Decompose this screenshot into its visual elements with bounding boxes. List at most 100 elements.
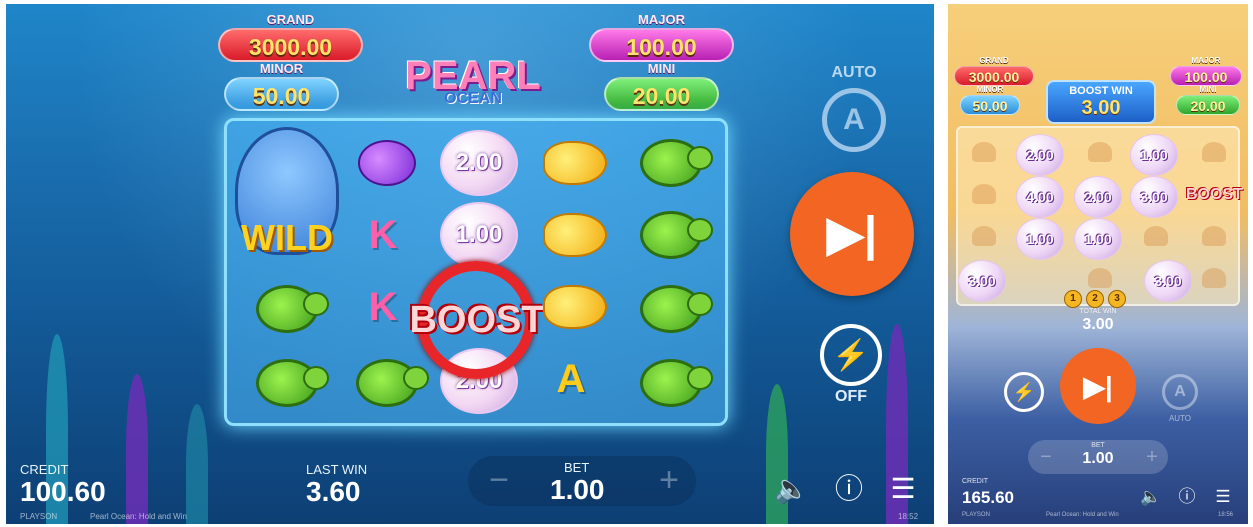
purple-fish-icon bbox=[358, 140, 416, 186]
turtle-symbol bbox=[623, 127, 719, 199]
turtle-icon bbox=[256, 285, 329, 333]
seaweed-left-3 bbox=[186, 404, 208, 524]
yellow-fish-symbol bbox=[527, 199, 623, 271]
k-letter: K bbox=[368, 284, 398, 329]
jackpot-major-label: MAJOR bbox=[1191, 56, 1221, 65]
pearl-value: 3.00 bbox=[958, 260, 1006, 302]
respin-counter-1: 1 bbox=[1064, 290, 1082, 308]
pearl-value: 2.00 bbox=[440, 130, 518, 196]
play-skip-icon: ▶| bbox=[1083, 370, 1113, 402]
game-logo: PEARL OCEAN bbox=[398, 56, 548, 108]
autoplay-button[interactable]: A bbox=[822, 88, 886, 152]
bet-decrease-button[interactable]: − bbox=[1036, 446, 1056, 469]
spin-button[interactable]: ▶| bbox=[1060, 348, 1136, 424]
last-win-value: 3.60 bbox=[306, 476, 361, 507]
jackpot-mini-label: MINI bbox=[647, 61, 676, 76]
jackpot-mini-value: 20.00 bbox=[632, 83, 691, 109]
yellow-fish-symbol bbox=[527, 127, 623, 199]
autoplay-label: AUTO bbox=[831, 64, 877, 81]
bet-decrease-button[interactable]: − bbox=[482, 463, 516, 498]
pearl-symbol: 2.00 bbox=[431, 127, 527, 199]
turbo-button[interactable]: ⚡ bbox=[1004, 372, 1044, 412]
turbo-button[interactable]: ⚡ bbox=[820, 324, 882, 386]
jackpot-minor-value: 50.00 bbox=[252, 83, 311, 109]
credit-label: CREDIT bbox=[20, 462, 69, 477]
boost-win-value: 3.00 bbox=[1081, 97, 1121, 119]
yellow-fish-symbol bbox=[527, 271, 623, 343]
bet-increase-button[interactable]: + bbox=[652, 463, 686, 498]
spin-button[interactable]: ▶| bbox=[790, 172, 914, 296]
turtle-icon bbox=[356, 359, 429, 407]
jackpot-major: MAJOR 100.00 bbox=[589, 12, 734, 62]
turtle-icon bbox=[256, 359, 329, 407]
turtle-icon bbox=[640, 139, 713, 187]
jackpot-minor-value: 50.00 bbox=[972, 98, 1008, 114]
pearl-value: 1.00 bbox=[1016, 218, 1064, 260]
hold-and-win-grid: 2.00 1.00 4.00 2.00 3.00 1.00 1.00 3.00 … bbox=[956, 126, 1240, 306]
jackpot-grand-label: GRAND bbox=[266, 12, 315, 27]
jackpot-minor: MINOR 50.00 bbox=[960, 85, 1020, 115]
respin-counter-3: 3 bbox=[1108, 290, 1126, 308]
turtle-symbol bbox=[623, 273, 719, 345]
yellow-fish-icon bbox=[543, 285, 607, 329]
jackpot-major-value: 100.00 bbox=[626, 34, 697, 60]
game-name: Pearl Ocean: Hold and Win bbox=[1046, 512, 1119, 518]
shell-icon bbox=[1088, 142, 1112, 162]
autoplay-icon: A bbox=[843, 103, 865, 136]
bet-value: 1.00 bbox=[1082, 450, 1114, 467]
shell-icon bbox=[1202, 226, 1226, 246]
info-icon[interactable]: ⓘ bbox=[1176, 486, 1198, 508]
boost-label: BOOST bbox=[1186, 186, 1243, 203]
shell-icon bbox=[1202, 142, 1226, 162]
autoplay-button[interactable]: A bbox=[1162, 374, 1198, 410]
landscape-game-view: GRAND 3000.00 MINOR 50.00 MAJOR 100.00 M… bbox=[6, 4, 934, 524]
jackpot-mini: MINI 20.00 bbox=[1176, 85, 1240, 115]
pearl-value: 1.00 bbox=[1074, 218, 1122, 260]
clock: 18:56 bbox=[1218, 512, 1234, 518]
jackpot-grand-label: GRAND bbox=[979, 56, 1009, 65]
jackpot-mini-label: MINI bbox=[1199, 85, 1217, 94]
sound-icon[interactable]: 🔈 bbox=[1140, 486, 1162, 508]
bet-label: BET bbox=[564, 460, 590, 475]
jackpot-minor-label: MINOR bbox=[976, 85, 1004, 94]
boost-label: BOOST bbox=[409, 299, 545, 341]
menu-icon[interactable]: ☰ bbox=[1212, 486, 1234, 508]
shell-icon bbox=[1088, 268, 1112, 288]
yellow-fish-icon bbox=[543, 213, 607, 257]
turtle-icon bbox=[640, 285, 713, 333]
pearl-value: 1.00 bbox=[440, 202, 518, 268]
k-symbol: K bbox=[335, 199, 431, 271]
credit-value: 165.60 bbox=[962, 488, 1014, 507]
jackpot-minor: MINOR 50.00 bbox=[224, 61, 339, 111]
jackpot-minor-label: MINOR bbox=[259, 61, 304, 76]
jackpot-major-value: 100.00 bbox=[1184, 69, 1228, 85]
menu-icon[interactable]: ☰ bbox=[886, 472, 920, 506]
jackpot-grand: GRAND 3000.00 bbox=[954, 56, 1034, 86]
last-win-label: LAST WIN bbox=[306, 462, 368, 477]
k-letter: K bbox=[368, 212, 398, 257]
pearl-value: 1.00 bbox=[1130, 134, 1178, 176]
wild-label: WILD bbox=[241, 217, 333, 258]
play-skip-icon: ▶| bbox=[826, 208, 878, 261]
seaweed-left-2 bbox=[126, 374, 148, 524]
reel-grid: WILD K K 2.00 1.00 2.00 BOOST A bbox=[224, 118, 728, 426]
turtle-symbol bbox=[239, 273, 335, 345]
jackpot-major-label: MAJOR bbox=[638, 12, 685, 27]
turtle-symbol bbox=[339, 347, 435, 419]
jackpot-grand: GRAND 3000.00 bbox=[218, 12, 363, 62]
turbo-state: OFF bbox=[835, 388, 867, 405]
boost-win-label: BOOST WIN bbox=[1069, 85, 1133, 97]
info-icon[interactable]: ⓘ bbox=[832, 472, 866, 506]
provider-logo: PLAYSON bbox=[20, 512, 58, 521]
bet-control: − BET 1.00 + bbox=[468, 456, 696, 506]
pearl-value: 3.00 bbox=[1144, 260, 1192, 302]
game-name: Pearl Ocean: Hold and Win bbox=[90, 512, 187, 521]
bet-increase-button[interactable]: + bbox=[1142, 446, 1162, 469]
game-screenshots: GRAND 3000.00 MINOR 50.00 MAJOR 100.00 M… bbox=[0, 0, 1253, 527]
shell-icon bbox=[972, 184, 996, 204]
turtle-icon bbox=[640, 359, 713, 407]
shell-icon bbox=[972, 142, 996, 162]
shell-icon bbox=[972, 226, 996, 246]
sound-icon[interactable]: 🔈 bbox=[774, 472, 809, 506]
credit-label: CREDIT bbox=[962, 478, 989, 485]
